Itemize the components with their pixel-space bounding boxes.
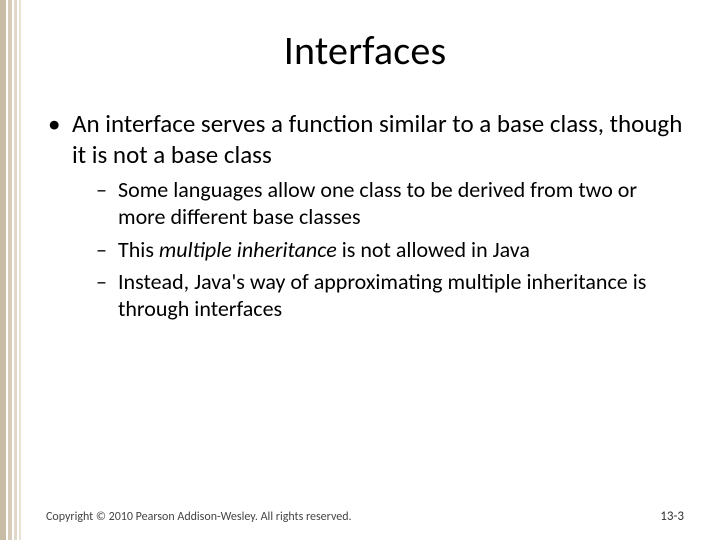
slide: Interfaces An interface serves a functio… [0,0,720,540]
sub-bullet-text-after: is not allowed in Java [337,236,530,263]
sub-bullet-text-before: This [118,236,159,263]
sub-bullet: Instead, Java's way of approximating mul… [96,268,684,323]
sub-bullet-text: Instead, Java's way of approximating mul… [118,268,646,322]
sub-bullet: Some languages allow one class to be der… [96,176,684,231]
bullet-list: An interface serves a function similar t… [46,109,684,322]
sub-bullet: This multiple inheritance is not allowed… [96,236,684,263]
copyright-text: Copyright © 2010 Pearson Addison-Wesley.… [46,510,352,524]
sub-bullet-list: Some languages allow one class to be der… [72,176,684,322]
sub-bullet-text: Some languages allow one class to be der… [118,176,637,230]
footer: Copyright © 2010 Pearson Addison-Wesley.… [46,509,684,524]
slide-title: Interfaces [46,26,684,75]
page-number: 13-3 [660,509,684,524]
bullet-main: An interface serves a function similar t… [46,109,684,322]
bullet-main-text: An interface serves a function similar t… [72,108,682,170]
sub-bullet-text-em: multiple inheritance [159,236,337,263]
